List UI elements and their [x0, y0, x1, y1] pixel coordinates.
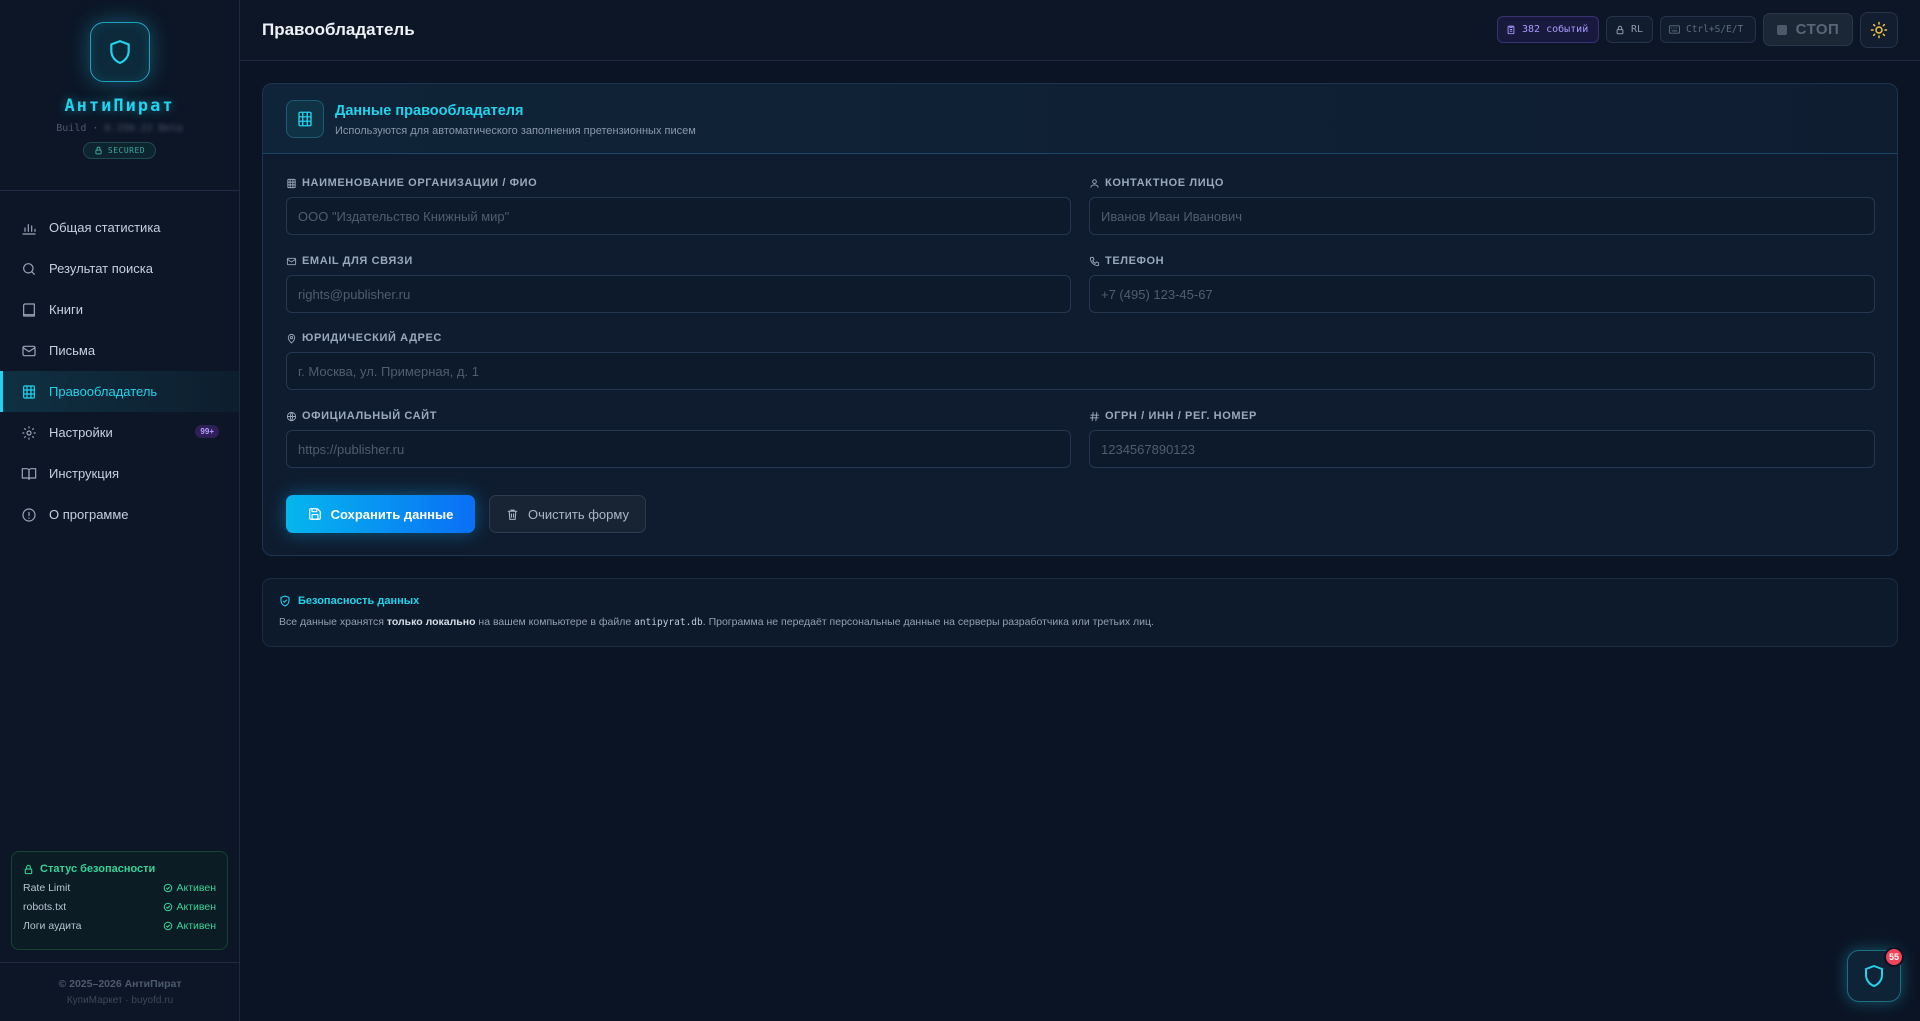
sidebar-item-label: Общая статистика	[49, 220, 161, 235]
copyright: © 2025–2026 АнтиПират	[58, 978, 182, 990]
mail-icon	[286, 257, 297, 265]
security-status-title: Статус безопасности	[23, 863, 216, 875]
building-icon	[286, 100, 324, 138]
sidebar-item-about[interactable]: О программе	[0, 494, 239, 535]
sidebar-item-rightsholder[interactable]: Правообладатель	[0, 371, 239, 412]
notice-text: Все данные хранятся только локально на в…	[279, 616, 1154, 628]
sidebar-item-label: Письма	[49, 343, 96, 358]
sidebar-item-statistics[interactable]: Общая статистика	[0, 207, 239, 248]
status-active: Активен	[163, 882, 216, 894]
site-label: ОФИЦИАЛЬНЫЙ САЙТ	[286, 410, 437, 422]
lock-icon	[1616, 25, 1624, 34]
shortcut-chip[interactable]: Ctrl+S/E/T	[1660, 16, 1756, 43]
mail-icon	[21, 343, 37, 359]
info-icon	[21, 507, 37, 523]
email-label: EMAIL ДЛЯ СВЯЗИ	[286, 255, 413, 267]
building-icon	[21, 384, 37, 400]
open-book-icon	[21, 466, 37, 482]
sidebar-item-label: О программе	[49, 507, 129, 522]
phone-label: ТЕЛЕФОН	[1089, 255, 1164, 267]
shield-icon	[109, 40, 130, 64]
status-active: Активен	[163, 920, 216, 932]
sun-icon	[1870, 21, 1888, 39]
keyboard-icon	[1669, 25, 1680, 34]
lock-icon	[24, 864, 33, 874]
book-icon	[21, 302, 37, 318]
data-security-notice: Безопасность данных Все данные хранятся …	[262, 578, 1898, 647]
security-status-panel: Статус безопасности Rate Limit Активен r…	[11, 851, 228, 950]
app-name: АнтиПират	[64, 96, 175, 116]
sidebar-item-letters[interactable]: Письма	[0, 330, 239, 371]
clipboard-icon	[1507, 25, 1515, 35]
gear-icon	[21, 425, 37, 441]
notice-title: Безопасность данных	[279, 595, 419, 607]
sidebar-item-label: Правообладатель	[49, 384, 158, 399]
security-row-audit-logs: Логи аудита Активен	[23, 920, 216, 932]
theme-toggle-button[interactable]	[1860, 12, 1898, 48]
sidebar-item-books[interactable]: Книги	[0, 289, 239, 330]
settings-badge: 99+	[195, 425, 219, 438]
sidebar-footer: © 2025–2026 АнтиПират КупиМаркет · buyof…	[0, 962, 240, 1006]
contact-person-input[interactable]	[1089, 197, 1875, 235]
phone-icon	[1089, 256, 1100, 266]
sidebar-item-settings[interactable]: Настройки 99+	[0, 412, 239, 453]
check-circle-icon	[163, 883, 172, 893]
sidebar-item-instructions[interactable]: Инструкция	[0, 453, 239, 494]
sidebar-item-label: Книги	[49, 302, 84, 317]
notification-badge: 55	[1884, 947, 1904, 967]
card-title: Данные правообладателя	[335, 103, 524, 119]
sidebar-nav: Общая статистика Результат поиска Книги …	[0, 191, 239, 535]
org-label: НАИМЕНОВАНИЕ ОРГАНИЗАЦИИ / ФИО	[286, 177, 537, 189]
legal-address-input[interactable]	[286, 352, 1875, 390]
org-name-input[interactable]	[286, 197, 1071, 235]
topbar: Правообладатель 382 событий RL Ctrl+S/E/…	[240, 0, 1920, 61]
lock-icon	[95, 146, 102, 155]
shield-icon	[1865, 965, 1883, 987]
save-button[interactable]: Сохранить данные	[286, 495, 475, 533]
sidebar-item-label: Инструкция	[49, 466, 119, 481]
website-input[interactable]	[286, 430, 1071, 468]
stop-button[interactable]: СТОП	[1763, 13, 1853, 46]
page-title: Правообладатель	[262, 20, 415, 39]
stop-icon	[1776, 24, 1787, 35]
hash-icon	[1089, 411, 1100, 421]
logo[interactable]	[89, 22, 150, 82]
bar-chart-icon	[21, 220, 37, 236]
card-header: Данные правообладателя Используются для …	[263, 84, 1897, 154]
ogrn-label: ОГРН / ИНН / РЕГ. НОМЕР	[1089, 410, 1257, 422]
user-icon	[1090, 178, 1099, 188]
globe-icon	[286, 411, 297, 421]
email-field[interactable]	[286, 275, 1071, 313]
sidebar-item-label: Результат поиска	[49, 261, 153, 276]
check-circle-icon	[163, 902, 172, 912]
trash-icon	[507, 509, 518, 520]
contact-label: КОНТАКТНОЕ ЛИЦО	[1089, 177, 1224, 189]
building-icon	[287, 178, 296, 188]
search-icon	[21, 261, 37, 277]
address-label: ЮРИДИЧЕСКИЙ АДРЕС	[286, 332, 442, 344]
phone-field[interactable]	[1089, 275, 1875, 313]
sidebar-item-search-results[interactable]: Результат поиска	[0, 248, 239, 289]
shield-check-icon	[280, 595, 290, 607]
events-counter[interactable]: 382 событий	[1497, 16, 1599, 43]
sidebar-item-label: Настройки	[49, 425, 113, 440]
map-pin-icon	[287, 333, 296, 344]
check-circle-icon	[163, 921, 172, 931]
sidebar: АнтиПират Build · 0.150.22 Beta SECURED …	[0, 0, 240, 1021]
registration-number-input[interactable]	[1089, 430, 1875, 468]
security-row-rate-limit: Rate Limit Активен	[23, 882, 216, 894]
card-subtitle: Используются для автоматического заполне…	[335, 125, 696, 137]
rate-limit-chip[interactable]: RL	[1606, 16, 1653, 43]
secured-badge: SECURED	[82, 142, 157, 159]
save-icon	[308, 508, 321, 520]
security-row-robots: robots.txt Активен	[23, 901, 216, 913]
clear-form-button[interactable]: Очистить форму	[489, 495, 646, 533]
vendor-link[interactable]: КупиМаркет · buyofd.ru	[0, 995, 240, 1006]
rightsholder-form-card: Данные правообладателя Используются для …	[262, 83, 1898, 556]
brand-block: АнтиПират Build · 0.150.22 Beta SECURED	[0, 0, 239, 191]
status-active: Активен	[163, 901, 216, 913]
build-version: Build · 0.150.22 Beta	[56, 123, 183, 134]
